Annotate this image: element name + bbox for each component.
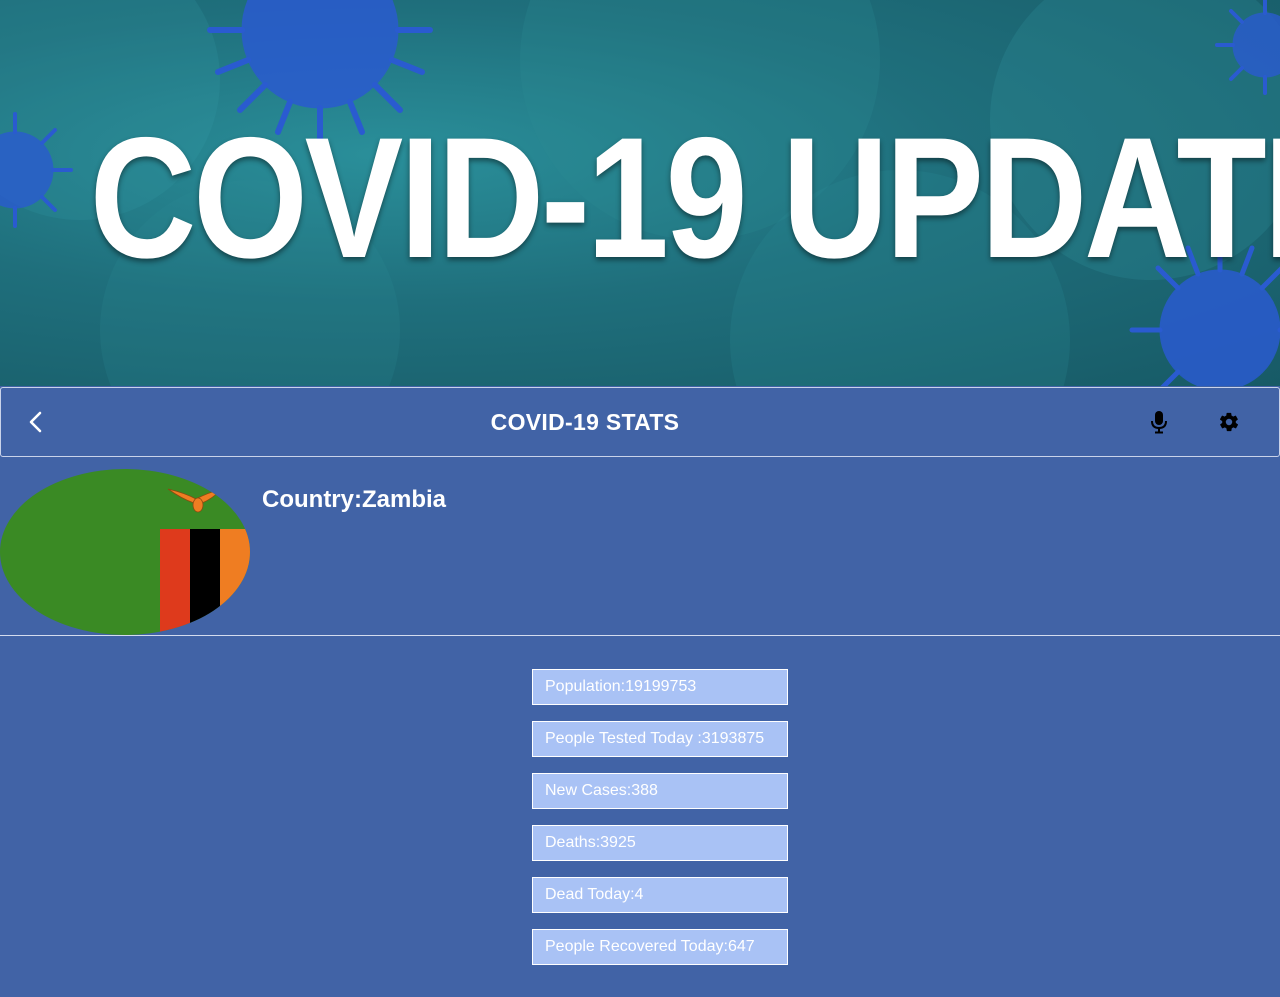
- page-title: COVID-19 STATS: [490, 409, 680, 435]
- page: COVID-19 UPDATE COVID-19 STATS Country:Z…: [0, 0, 1280, 997]
- banner-title: COVID-19 UPDATE: [89, 102, 1280, 294]
- app-toolbar: COVID-19 STATS: [0, 387, 1280, 457]
- gear-icon: [1219, 412, 1239, 432]
- stat-dead-today: Dead Today:4: [532, 877, 788, 913]
- stat-new-cases: New Cases:388: [532, 773, 788, 809]
- country-header: Country:Zambia: [0, 456, 1280, 636]
- covid-update-banner: COVID-19 UPDATE: [0, 0, 1280, 386]
- stat-people-tested-today: People Tested Today :3193875: [532, 721, 788, 757]
- stat-deaths: Deaths:3925: [532, 825, 788, 861]
- stats-list: Population:19199753 People Tested Today …: [532, 669, 788, 981]
- stat-people-recovered-today: People Recovered Today:647: [532, 929, 788, 965]
- stat-population: Population:19199753: [532, 669, 788, 705]
- settings-button[interactable]: [1213, 406, 1245, 438]
- microphone-icon: [1151, 411, 1167, 434]
- country-name: Country:Zambia: [262, 486, 447, 513]
- country-flag: [0, 469, 250, 635]
- zambia-flag-icon: [0, 469, 250, 635]
- voice-search-button[interactable]: [1143, 406, 1175, 438]
